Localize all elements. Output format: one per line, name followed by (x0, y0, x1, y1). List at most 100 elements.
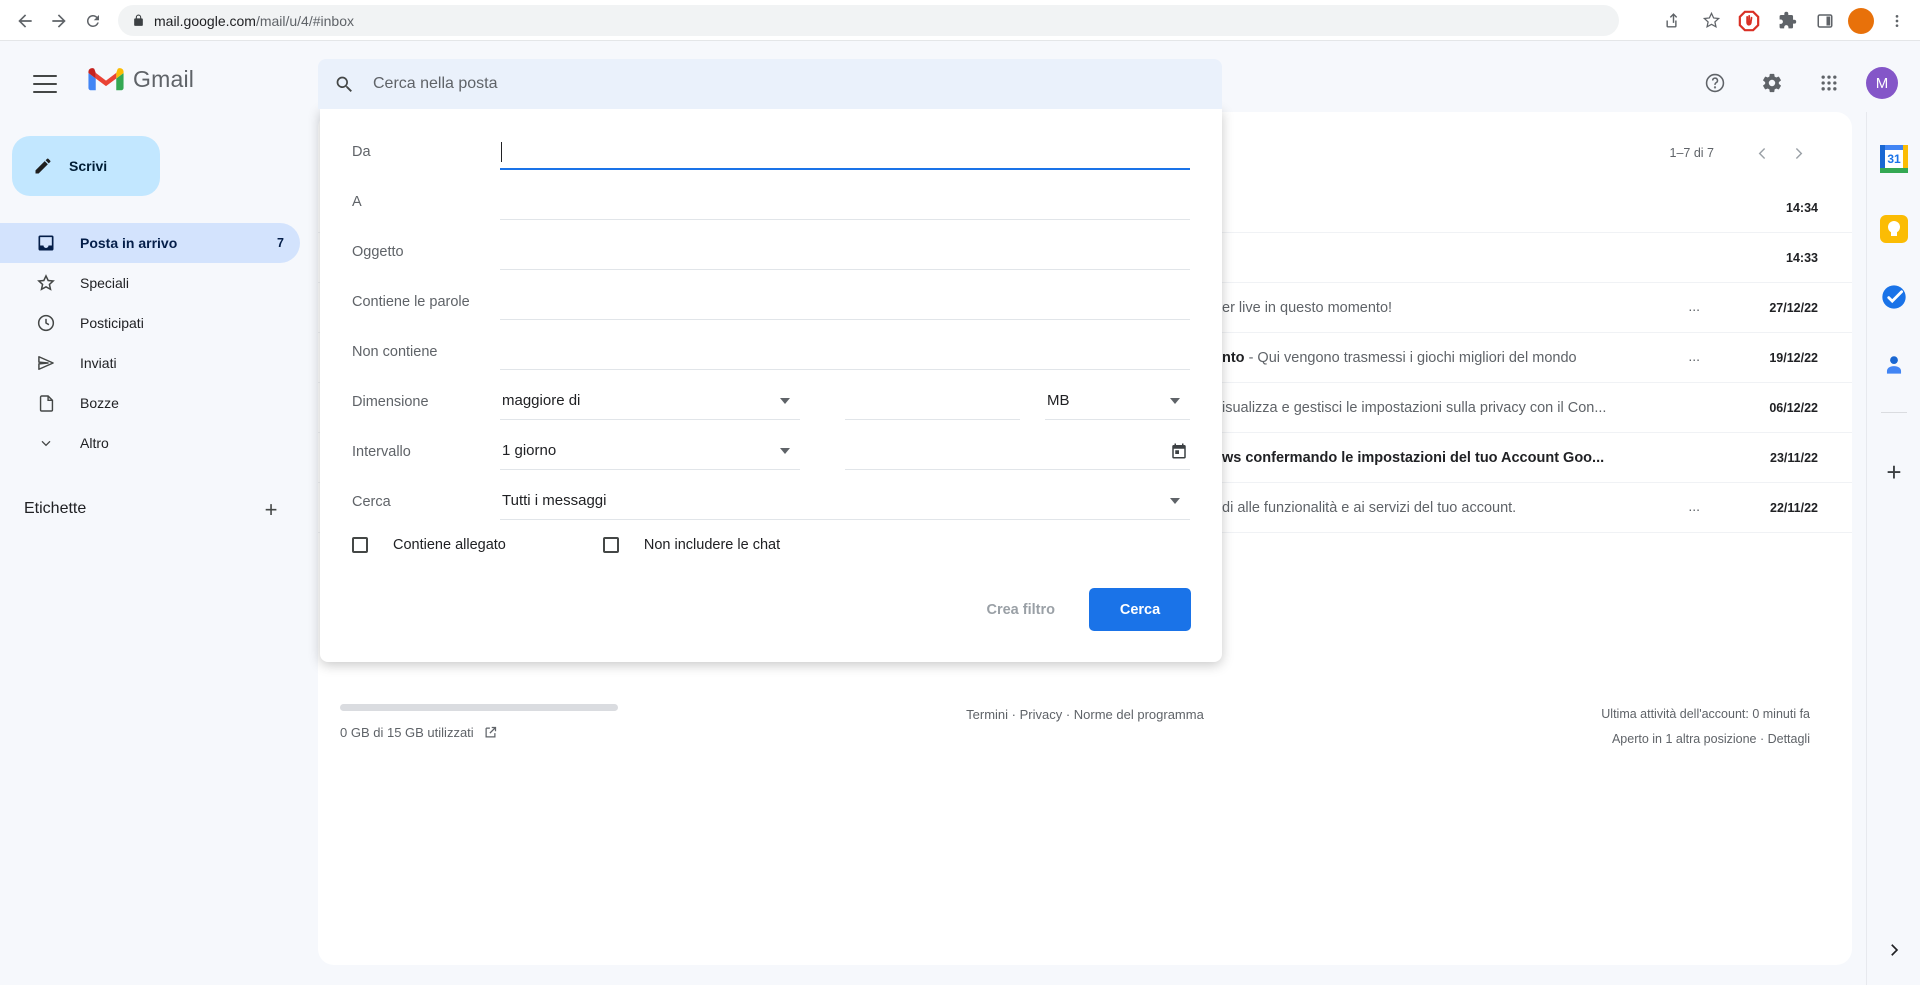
send-icon (35, 352, 57, 374)
browser-chrome: mail.google.com/mail/u/4/#inbox (0, 0, 1920, 41)
account-activity: Ultima attività dell'account: 0 minuti f… (1601, 702, 1810, 752)
mail-date: 22/11/22 (1770, 483, 1818, 533)
pagination: 1–7 di 7 (1670, 140, 1816, 166)
field-input-da[interactable] (500, 134, 1190, 170)
calendar-icon[interactable]: 31 (1874, 139, 1914, 179)
field-label: A (352, 177, 362, 227)
collapse-panel-icon[interactable] (1874, 930, 1914, 970)
star-icon (35, 272, 57, 294)
url-bar[interactable]: mail.google.com/mail/u/4/#inbox (118, 5, 1619, 36)
sidebar-item-inviati[interactable]: Inviati (0, 343, 300, 383)
field-label: Da (352, 127, 371, 177)
size-value-input[interactable] (845, 384, 1020, 420)
chevron-down-icon (1170, 398, 1180, 404)
forward-icon[interactable] (46, 8, 72, 34)
mail-snippet: er live in questo momento! (1222, 283, 1392, 333)
browser-panel-icon[interactable] (1810, 6, 1840, 36)
scope-label: Cerca (352, 477, 391, 527)
extensions-icon[interactable] (1772, 6, 1802, 36)
mail-date: 23/11/22 (1770, 433, 1818, 483)
size-operator-select[interactable]: maggiore di (500, 384, 800, 420)
exclude-chats-checkbox[interactable] (603, 537, 619, 553)
mail-date: 19/12/22 (1769, 333, 1818, 383)
gmail-logo: Gmail (88, 66, 194, 93)
main-menu-icon[interactable] (31, 69, 59, 99)
search-input[interactable]: Cerca nella posta (373, 75, 498, 93)
add-addon-icon[interactable]: + (1874, 452, 1914, 492)
account-avatar[interactable]: M (1866, 67, 1898, 99)
text-cursor (501, 142, 502, 162)
sidebar-item-posta-in-arrivo[interactable]: Posta in arrivo 7 (0, 223, 300, 263)
search-scope-select[interactable]: Tutti i messaggi (500, 484, 1190, 520)
advanced-search-panel: Da A Oggetto Contiene le parole Non cont… (320, 109, 1222, 662)
sidebar-item-bozze[interactable]: Bozze (0, 383, 300, 423)
field-input-non-contiene[interactable] (500, 334, 1190, 370)
field-label: Non contiene (352, 327, 437, 377)
field-label: Oggetto (352, 227, 404, 277)
add-label-icon[interactable]: + (256, 495, 286, 525)
url-host: mail.google.com (154, 13, 256, 29)
size-unit-select[interactable]: MB (1045, 384, 1190, 420)
has-attachment-label: Contiene allegato (393, 537, 506, 553)
storage-info: 0 GB di 15 GB utilizzati (340, 725, 498, 740)
refresh-icon[interactable] (80, 8, 106, 34)
range-label: Intervallo (352, 427, 411, 477)
create-filter-button[interactable]: Crea filtro (979, 592, 1064, 628)
clock-icon (35, 312, 57, 334)
search-bar[interactable]: Cerca nella posta (318, 59, 1222, 109)
sidebar-item-speciali[interactable]: Speciali (0, 263, 300, 303)
storage-text: 0 GB di 15 GB utilizzati (340, 725, 474, 740)
mail-snippet-ellipsis: ... (1688, 333, 1700, 379)
sidebar-item-posticipati[interactable]: Posticipati (0, 303, 300, 343)
activity-line2[interactable]: Aperto in 1 altra posizione · Dettagli (1601, 727, 1810, 752)
menu-kebab-icon[interactable] (1882, 6, 1912, 36)
adblock-icon[interactable] (1734, 6, 1764, 36)
search-icon[interactable] (334, 74, 355, 95)
has-attachment-checkbox[interactable] (352, 537, 368, 553)
mail-snippet: isualizza e gestisci le impostazioni sul… (1222, 383, 1606, 433)
mail-snippet: nto - Qui vengono trasmessi i giochi mig… (1222, 333, 1577, 383)
tasks-icon[interactable] (1874, 277, 1914, 317)
keep-icon[interactable] (1874, 209, 1914, 249)
back-icon[interactable] (12, 8, 38, 34)
apps-grid-icon[interactable] (1809, 63, 1849, 103)
mail-snippet-ellipsis: ... (1688, 283, 1700, 329)
contacts-icon[interactable] (1874, 345, 1914, 385)
compose-button[interactable]: Scrivi (12, 136, 160, 196)
activity-line1: Ultima attività dell'account: 0 minuti f… (1601, 702, 1810, 727)
sidebar-item-altro[interactable]: Altro (0, 423, 300, 463)
field-label: Contiene le parole (352, 277, 470, 327)
date-range-select[interactable]: 1 giorno (500, 434, 800, 470)
gmail-m-icon (88, 66, 124, 93)
gmail-logo-text: Gmail (133, 66, 194, 93)
help-icon[interactable] (1695, 63, 1735, 103)
newer-page-icon[interactable] (1744, 140, 1780, 166)
labels-header: Etichette (24, 500, 86, 518)
calendar-picker-icon[interactable] (1170, 442, 1188, 460)
compose-label: Scrivi (69, 158, 107, 174)
scope-row: Cerca Tutti i messaggi (352, 477, 1190, 527)
settings-gear-icon[interactable] (1752, 63, 1792, 103)
mail-date: 14:34 (1786, 183, 1818, 233)
pencil-icon (33, 156, 53, 176)
mail-snippet: di alle funzionalità e ai servizi del tu… (1222, 483, 1516, 533)
chevron-down-icon (780, 448, 790, 454)
search-submit-button[interactable]: Cerca (1089, 588, 1191, 631)
pagination-count: 1–7 di 7 (1670, 146, 1714, 160)
mail-snippet: ws confermando le impostazioni del tuo A… (1222, 433, 1604, 483)
older-page-icon[interactable] (1780, 140, 1816, 166)
inbox-icon (35, 232, 57, 254)
field-input-oggetto[interactable] (500, 234, 1190, 270)
chevron-down-icon (780, 398, 790, 404)
external-link-icon[interactable] (483, 725, 498, 740)
share-icon[interactable] (1658, 6, 1688, 36)
browser-profile-avatar[interactable] (1848, 8, 1874, 34)
bookmark-star-icon[interactable] (1696, 6, 1726, 36)
size-label: Dimensione (352, 377, 429, 427)
url-path: /mail/u/4/#inbox (256, 13, 354, 29)
date-input[interactable] (845, 434, 1190, 470)
field-input-a[interactable] (500, 184, 1190, 220)
field-input-contiene-le-parole[interactable] (500, 284, 1190, 320)
lock-icon (132, 14, 145, 27)
mail-date: 14:33 (1786, 233, 1818, 283)
